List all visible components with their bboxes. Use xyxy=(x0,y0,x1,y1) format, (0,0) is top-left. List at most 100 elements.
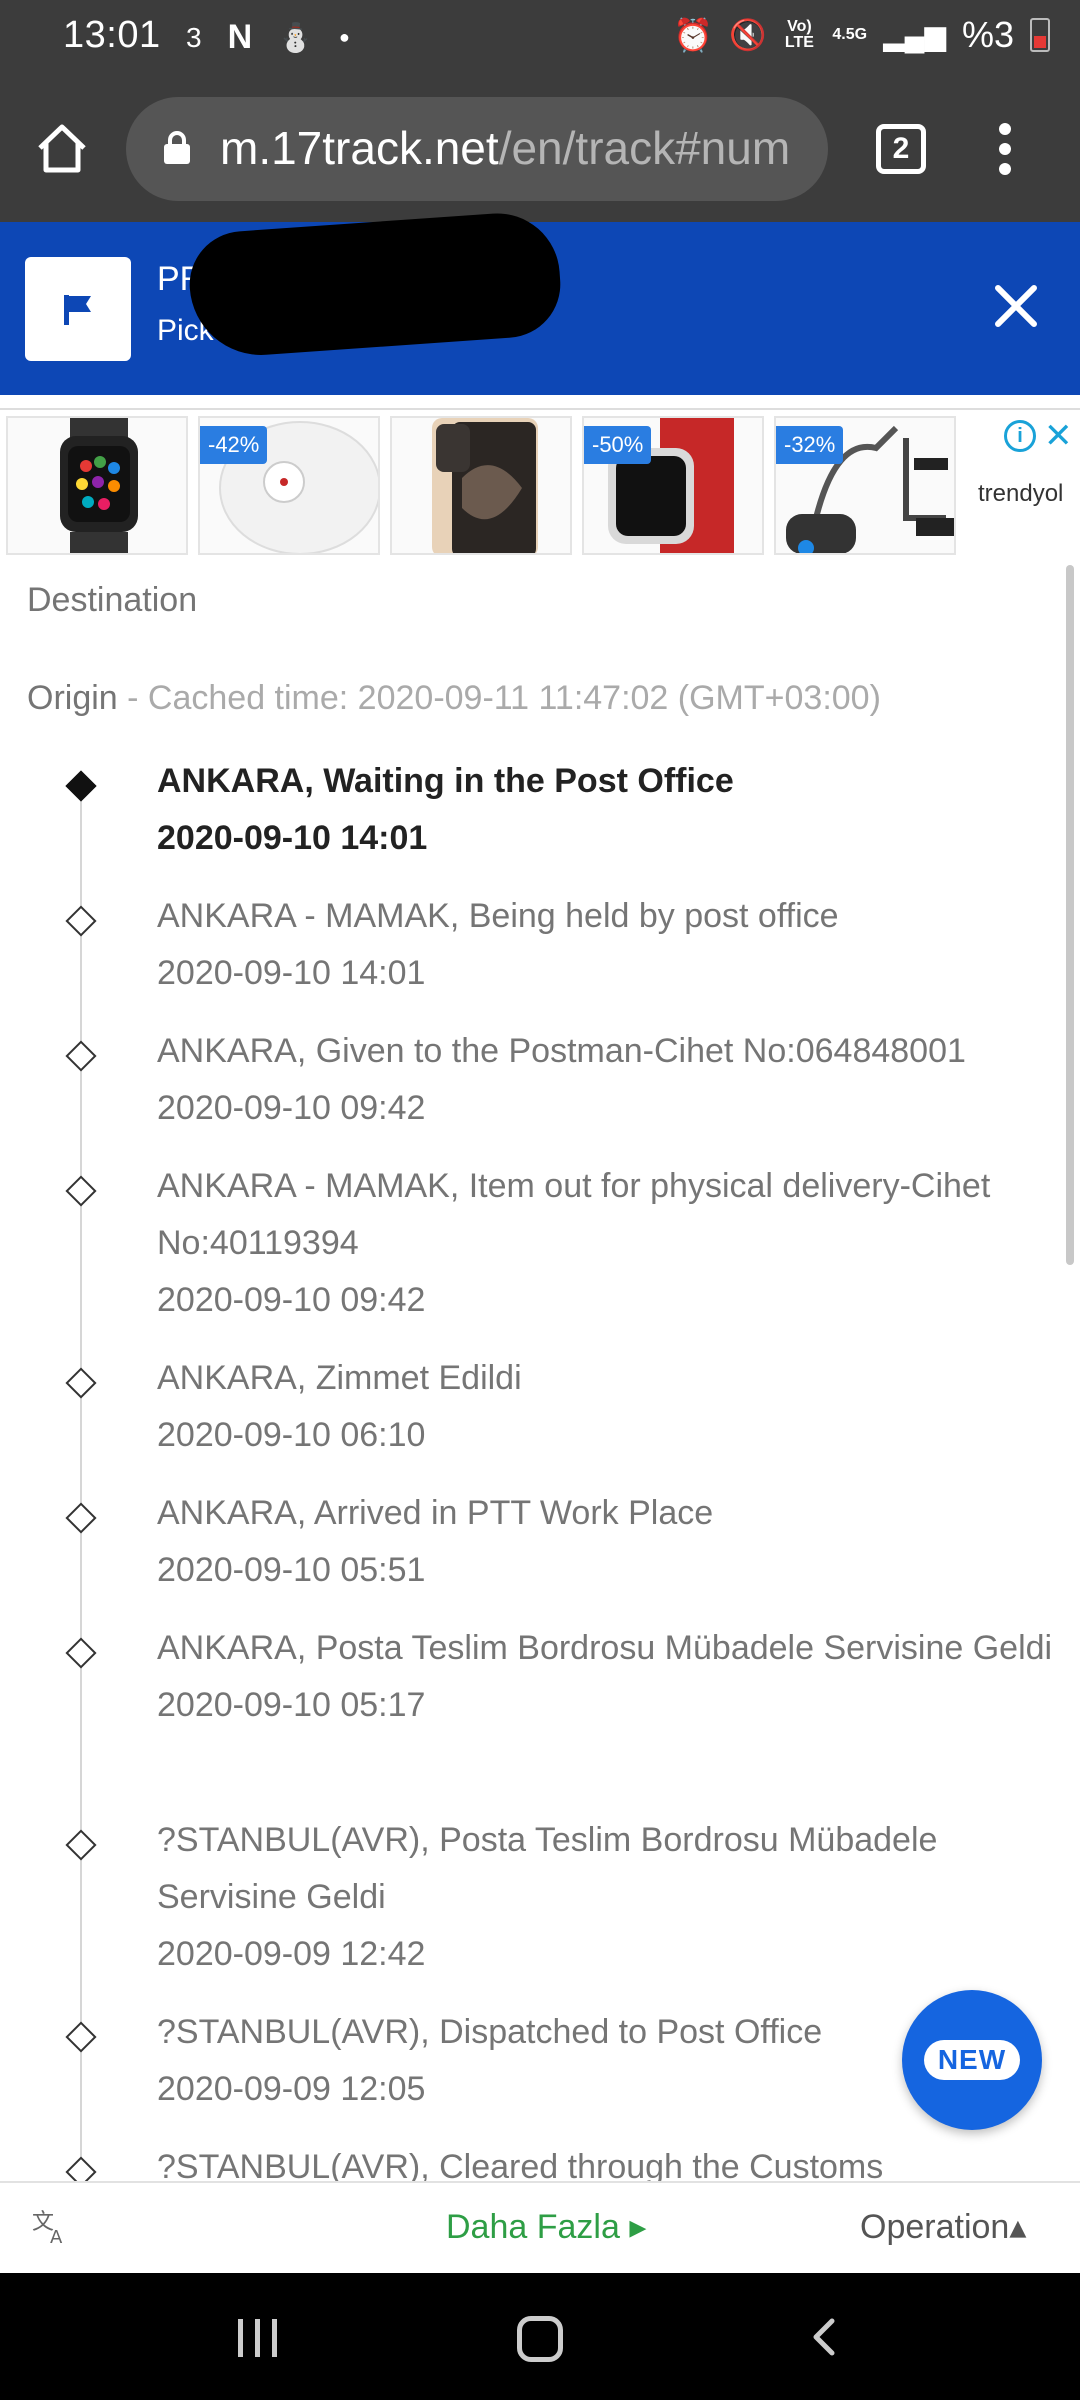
tab-switcher-button[interactable]: 2 xyxy=(876,124,926,174)
cached-time: - Cached time: 2020-09-11 11:47:02 (GMT+… xyxy=(117,679,881,717)
event-marker-icon xyxy=(65,2156,97,2181)
event-description: ANKARA, Zimmet Edildi xyxy=(157,1359,522,1397)
ad-product-watch[interactable] xyxy=(6,416,188,555)
system-nav-bar xyxy=(0,2273,1080,2400)
notification-count: 3 xyxy=(186,21,202,53)
event-description: ANKARA, Posta Teslim Bordrosu Mübadele S… xyxy=(157,1629,1053,1667)
redaction-mark xyxy=(186,209,564,360)
url-host: m.17track.net xyxy=(220,122,499,174)
event-time: 2020-09-10 09:42 xyxy=(157,1281,426,1319)
app-notification-icon: ⛄ xyxy=(278,22,314,53)
new-button[interactable]: NEW xyxy=(902,1990,1042,2130)
event-description: ANKARA, Waiting in the Post Office xyxy=(157,762,734,800)
nav-home-icon[interactable] xyxy=(517,2316,563,2362)
event-marker-icon xyxy=(65,1040,97,1072)
event-text: ANKARA, Zimmet Edildi 2020-09-10 06:10 xyxy=(157,1350,1057,1464)
event-marker-icon xyxy=(65,1502,97,1534)
event-marker-icon xyxy=(65,1829,97,1861)
close-icon[interactable] xyxy=(990,280,1042,332)
timeline-line xyxy=(80,778,82,2181)
notification-icons: 3 N ⛄ ● xyxy=(186,18,350,57)
svg-text:A: A xyxy=(50,2227,63,2247)
event-description: ?STANBUL(AVR), Cleared through the Custo… xyxy=(157,2148,884,2181)
event-text: ANKARA, Posta Teslim Bordrosu Mübadele S… xyxy=(157,1620,1057,1734)
system-icons: ⏰ 🔇 Vo) LTE 4.5G ▂▄▆ %3 xyxy=(673,14,1050,56)
scrollbar[interactable] xyxy=(1066,565,1074,1265)
mute-icon: 🔇 xyxy=(729,18,767,52)
status-bar: 13:01 3 N ⛄ ● ⏰ 🔇 Vo) LTE 4.5G ▂▄▆ %3 xyxy=(0,0,1080,76)
destination-label: Destination xyxy=(27,581,198,619)
event-time: 2020-09-09 12:05 xyxy=(157,2070,426,2108)
tracking-details[interactable]: Destination Origin - Cached time: 2020-0… xyxy=(0,553,1080,2181)
discount-badge: -50% xyxy=(584,426,652,464)
volte-icon: Vo) LTE xyxy=(784,18,814,51)
event-time: 2020-09-10 14:01 xyxy=(157,954,426,992)
home-button[interactable] xyxy=(34,120,90,176)
ad-product-red-watch[interactable]: -50% xyxy=(582,416,764,555)
event-description: ANKARA - MAMAK, Item out for physical de… xyxy=(157,1167,991,1262)
event-marker-icon xyxy=(65,770,97,802)
event-marker-icon xyxy=(65,1367,97,1399)
flag-icon xyxy=(64,295,91,325)
event-text: ANKARA, Given to the Postman-Cihet No:06… xyxy=(157,1023,1057,1137)
event-description: ANKARA, Arrived in PTT Work Place xyxy=(157,1494,714,1532)
ad-product-phone[interactable] xyxy=(390,416,572,555)
ad-product-vacuum[interactable]: -32% xyxy=(774,416,956,555)
new-label: NEW xyxy=(923,2040,1021,2080)
battery-icon xyxy=(1030,18,1050,52)
tracking-banner: PR Pick up xyxy=(0,209,1080,395)
event-text: ANKARA, Waiting in the Post Office 2020-0… xyxy=(157,753,1057,867)
event-marker-icon xyxy=(65,2021,97,2053)
event-text: ANKARA - MAMAK, Being held by post offic… xyxy=(157,888,1057,1002)
translate-icon[interactable]: 文 A xyxy=(30,2207,70,2247)
phone-image xyxy=(432,418,538,553)
event-time: 2020-09-10 05:51 xyxy=(157,1551,426,1589)
carrier-flag-icon xyxy=(25,257,131,361)
event-marker-icon xyxy=(65,1175,97,1207)
event-text: ?STANBUL(AVR), Posta Teslim Bordrosu Müb… xyxy=(157,1812,1057,1983)
ad-close-icon[interactable]: ✕ xyxy=(1044,419,1073,453)
recent-apps-icon[interactable] xyxy=(238,2319,277,2357)
ad-brand-logo: trendyol xyxy=(978,480,1064,507)
discount-badge: -42% xyxy=(200,426,268,464)
event-time: 2020-09-09 12:42 xyxy=(157,1935,426,1973)
operation-menu[interactable]: Operation▴ xyxy=(860,2207,1026,2247)
ad-banner[interactable]: -42% -50% -32% i ✕ trendyol xyxy=(0,408,1080,555)
event-text: ANKARA - MAMAK, Item out for physical de… xyxy=(157,1158,1057,1329)
browser-toolbar: m.17track.net/en/track#num 2 xyxy=(0,76,1080,222)
more-link[interactable]: Daha Fazla ▸ xyxy=(446,2207,646,2247)
home-icon xyxy=(38,124,86,173)
battery-percent: %3 xyxy=(961,14,1014,55)
event-text: ?STANBUL(AVR), Dispatched to Post Office… xyxy=(157,2004,877,2118)
dot-icon xyxy=(999,163,1011,175)
more-notifications-icon: ● xyxy=(339,27,350,47)
lock-icon xyxy=(164,131,190,164)
event-description: ?STANBUL(AVR), Posta Teslim Bordrosu Müb… xyxy=(157,1821,938,1916)
event-text: ?STANBUL(AVR), Cleared through the Custo… xyxy=(157,2139,1057,2181)
netflix-icon: N xyxy=(227,18,253,56)
event-description: ?STANBUL(AVR), Dispatched to Post Office xyxy=(157,2013,823,2051)
watch-image xyxy=(60,418,138,553)
status-time: 13:01 xyxy=(63,14,161,56)
url-path: /en/track#num xyxy=(498,122,791,174)
ad-info-icon[interactable]: i xyxy=(1004,420,1036,452)
network-type-icon: 4.5G xyxy=(832,26,868,43)
event-description: ANKARA - MAMAK, Being held by post offic… xyxy=(157,897,839,935)
back-icon[interactable] xyxy=(804,2317,844,2357)
event-time: 2020-09-10 06:10 xyxy=(157,1416,426,1454)
signal-icon: ▂▄▆ xyxy=(883,19,946,51)
dot-icon xyxy=(999,143,1011,155)
origin-header: Origin - Cached time: 2020-09-11 11:47:0… xyxy=(27,679,881,718)
discount-badge: -32% xyxy=(776,426,844,464)
browser-menu-button[interactable] xyxy=(990,120,1020,180)
event-text: ANKARA, Arrived in PTT Work Place 2020-09… xyxy=(157,1485,1057,1599)
event-marker-icon xyxy=(65,1637,97,1669)
alarm-icon: ⏰ xyxy=(673,17,714,53)
url-text: m.17track.net/en/track#num xyxy=(220,121,790,175)
dot-icon xyxy=(999,123,1011,135)
event-description: ANKARA, Given to the Postman-Cihet No:06… xyxy=(157,1032,966,1070)
address-bar[interactable]: m.17track.net/en/track#num xyxy=(126,97,828,201)
event-time: 2020-09-10 05:17 xyxy=(157,1686,426,1724)
event-marker-icon xyxy=(65,905,97,937)
ad-product-robot-vacuum[interactable]: -42% xyxy=(198,416,380,555)
